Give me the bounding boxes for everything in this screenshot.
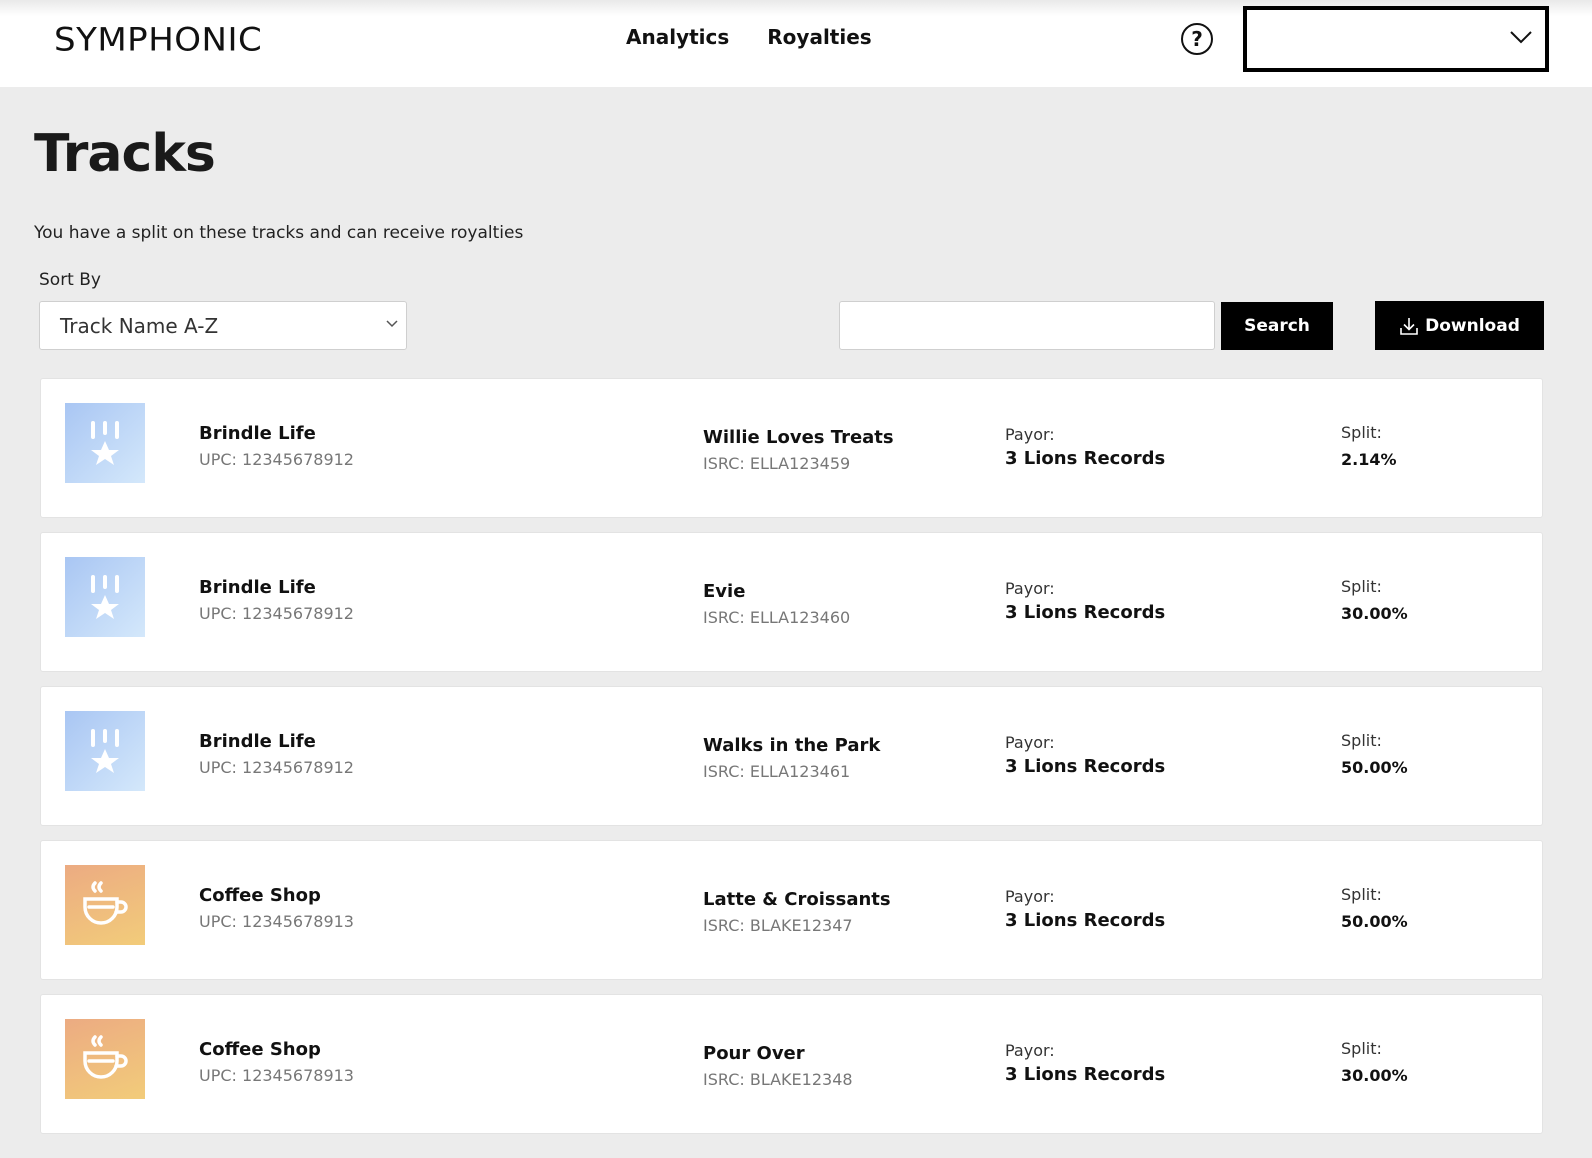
page-title: Tracks — [34, 124, 216, 184]
track-title: Walks in the Park — [703, 735, 881, 756]
split-label: Split: — [1341, 577, 1382, 596]
release-info: Coffee Shop UPC: 12345678913 — [199, 885, 354, 931]
payor-value: 3 Lions Records — [1005, 602, 1166, 623]
release-info: Brindle Life UPC: 12345678912 — [199, 577, 354, 623]
payor-info: Payor: 3 Lions Records — [1005, 733, 1165, 777]
help-glyph: ? — [1191, 27, 1203, 51]
track-info: Willie Loves Treats ISRC: ELLA123459 — [703, 427, 894, 473]
payor-label: Payor: — [1005, 579, 1055, 598]
split-info: Split: 50.00% — [1341, 885, 1408, 931]
isrc-code: ISRC: ELLA123459 — [703, 454, 851, 473]
track-info: Pour Over ISRC: BLAKE12348 — [703, 1043, 853, 1089]
medal-icon — [91, 421, 119, 465]
release-info: Coffee Shop UPC: 12345678913 — [199, 1039, 354, 1085]
payor-label: Payor: — [1005, 425, 1055, 444]
coffee-cup-icon — [83, 881, 128, 925]
payor-value: 3 Lions Records — [1005, 910, 1166, 931]
payor-info: Payor: 3 Lions Records — [1005, 887, 1165, 931]
nav-analytics[interactable]: Analytics — [626, 25, 729, 49]
track-title: Latte & Croissants — [703, 889, 891, 910]
upc-code: UPC: 12345678912 — [199, 450, 354, 469]
payor-value: 3 Lions Records — [1005, 756, 1166, 777]
track-row[interactable]: Coffee Shop UPC: 12345678913 Latte & Cro… — [40, 840, 1543, 980]
split-value: 2.14% — [1341, 450, 1397, 469]
payor-info: Payor: 3 Lions Records — [1005, 425, 1165, 469]
upc-code: UPC: 12345678912 — [199, 604, 354, 623]
split-info: Split: 2.14% — [1341, 423, 1397, 469]
release-title: Brindle Life — [199, 577, 316, 598]
track-info: Walks in the Park ISRC: ELLA123461 — [703, 735, 880, 781]
top-bar: SYMPHONIC Analytics Royalties ? — [0, 0, 1592, 87]
split-value: 30.00% — [1341, 604, 1408, 623]
split-info: Split: 30.00% — [1341, 577, 1408, 623]
account-dropdown[interactable] — [1243, 6, 1549, 72]
track-list: Brindle Life UPC: 12345678912 Willie Lov… — [40, 378, 1543, 1148]
release-title: Brindle Life — [199, 731, 316, 752]
release-title: Coffee Shop — [199, 885, 321, 906]
payor-label: Payor: — [1005, 733, 1055, 752]
split-label: Split: — [1341, 731, 1382, 750]
track-title: Evie — [703, 581, 746, 602]
coffee-cup-icon — [83, 1035, 128, 1079]
medal-icon — [91, 575, 119, 619]
download-icon — [1400, 317, 1418, 335]
nav-royalties[interactable]: Royalties — [767, 25, 871, 49]
payor-value: 3 Lions Records — [1005, 1064, 1166, 1085]
payor-label: Payor: — [1005, 887, 1055, 906]
release-cover — [65, 1019, 145, 1099]
sort-by-label: Sort By — [39, 270, 101, 290]
track-row[interactable]: Brindle Life UPC: 12345678912 Evie ISRC:… — [40, 532, 1543, 672]
payor-info: Payor: 3 Lions Records — [1005, 1041, 1165, 1085]
split-value: 50.00% — [1341, 912, 1408, 931]
symphonic-logo[interactable]: SYMPHONIC — [54, 21, 262, 59]
release-cover — [65, 403, 145, 483]
release-info: Brindle Life UPC: 12345678912 — [199, 423, 354, 469]
isrc-code: ISRC: ELLA123461 — [703, 762, 851, 781]
page-subtitle: You have a split on these tracks and can… — [34, 223, 524, 243]
split-info: Split: 30.00% — [1341, 1039, 1408, 1085]
track-info: Latte & Croissants ISRC: BLAKE12347 — [703, 889, 891, 935]
release-cover — [65, 865, 145, 945]
isrc-code: ISRC: BLAKE12347 — [703, 916, 853, 935]
upc-code: UPC: 12345678912 — [199, 758, 354, 777]
download-label: Download — [1425, 315, 1520, 336]
sort-by-value: Track Name A-Z — [60, 313, 219, 338]
split-label: Split: — [1341, 885, 1382, 904]
search-button[interactable]: Search — [1221, 302, 1333, 350]
track-row[interactable]: Coffee Shop UPC: 12345678913 Pour Over I… — [40, 994, 1543, 1134]
split-label: Split: — [1341, 1039, 1382, 1058]
split-label: Split: — [1341, 423, 1382, 442]
track-row[interactable]: Brindle Life UPC: 12345678912 Walks in t… — [40, 686, 1543, 826]
release-cover — [65, 711, 145, 791]
chevron-down-icon — [386, 320, 398, 328]
payor-label: Payor: — [1005, 1041, 1055, 1060]
payor-value: 3 Lions Records — [1005, 448, 1166, 469]
download-button[interactable]: Download — [1375, 301, 1544, 350]
split-value: 30.00% — [1341, 1066, 1408, 1085]
track-info: Evie ISRC: ELLA123460 — [703, 581, 850, 627]
split-info: Split: 50.00% — [1341, 731, 1408, 777]
help-icon[interactable]: ? — [1181, 23, 1213, 55]
upc-code: UPC: 12345678913 — [199, 1066, 354, 1085]
payor-info: Payor: 3 Lions Records — [1005, 579, 1165, 623]
release-title: Coffee Shop — [199, 1039, 321, 1060]
isrc-code: ISRC: ELLA123460 — [703, 608, 851, 627]
main-nav: Analytics Royalties — [626, 25, 872, 49]
chevron-down-icon — [1510, 31, 1532, 44]
track-row[interactable]: Brindle Life UPC: 12345678912 Willie Lov… — [40, 378, 1543, 518]
track-title: Pour Over — [703, 1043, 805, 1064]
release-title: Brindle Life — [199, 423, 316, 444]
search-input[interactable] — [839, 301, 1215, 350]
release-info: Brindle Life UPC: 12345678912 — [199, 731, 354, 777]
release-cover — [65, 557, 145, 637]
track-title: Willie Loves Treats — [703, 427, 894, 448]
medal-icon — [91, 729, 119, 773]
isrc-code: ISRC: BLAKE12348 — [703, 1070, 853, 1089]
split-value: 50.00% — [1341, 758, 1408, 777]
sort-by-select[interactable]: Track Name A-Z — [39, 301, 407, 350]
upc-code: UPC: 12345678913 — [199, 912, 354, 931]
